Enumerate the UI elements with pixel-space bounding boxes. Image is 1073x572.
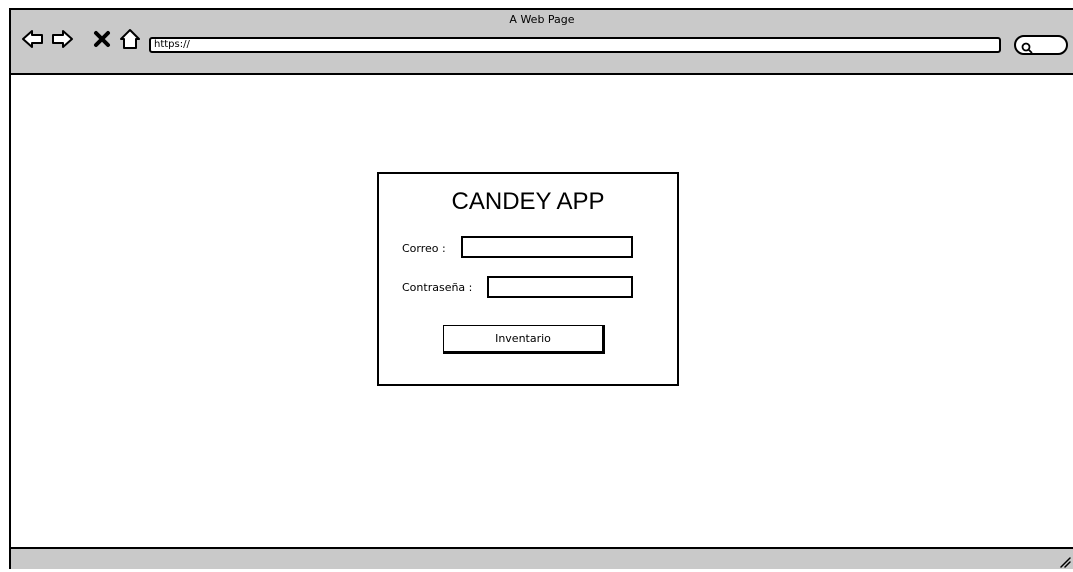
inventory-button[interactable]: Inventario [443,325,605,354]
email-label: Correo : [402,242,446,255]
home-icon[interactable] [118,27,142,51]
login-panel: CANDEY APP Correo : Contraseña : Inventa… [377,172,679,386]
search-icon [1021,39,1033,54]
status-bar [11,547,1073,569]
password-field[interactable] [487,276,633,298]
back-icon[interactable] [21,27,45,51]
app-title: CANDEY APP [451,188,605,215]
resize-grip-icon[interactable] [1057,553,1071,568]
browser-toolbar: A Web Page https:// [11,10,1073,75]
email-field[interactable] [461,236,633,258]
close-icon[interactable] [92,29,116,53]
search-box[interactable] [1014,35,1068,55]
forward-icon[interactable] [50,27,74,51]
browser-window: A Web Page https:// CANDEY APP Correo: … [9,8,1073,569]
window-title: A Web Page [509,13,575,26]
url-input[interactable]: https:// [149,37,1001,53]
password-label: Contraseña : [402,281,473,294]
